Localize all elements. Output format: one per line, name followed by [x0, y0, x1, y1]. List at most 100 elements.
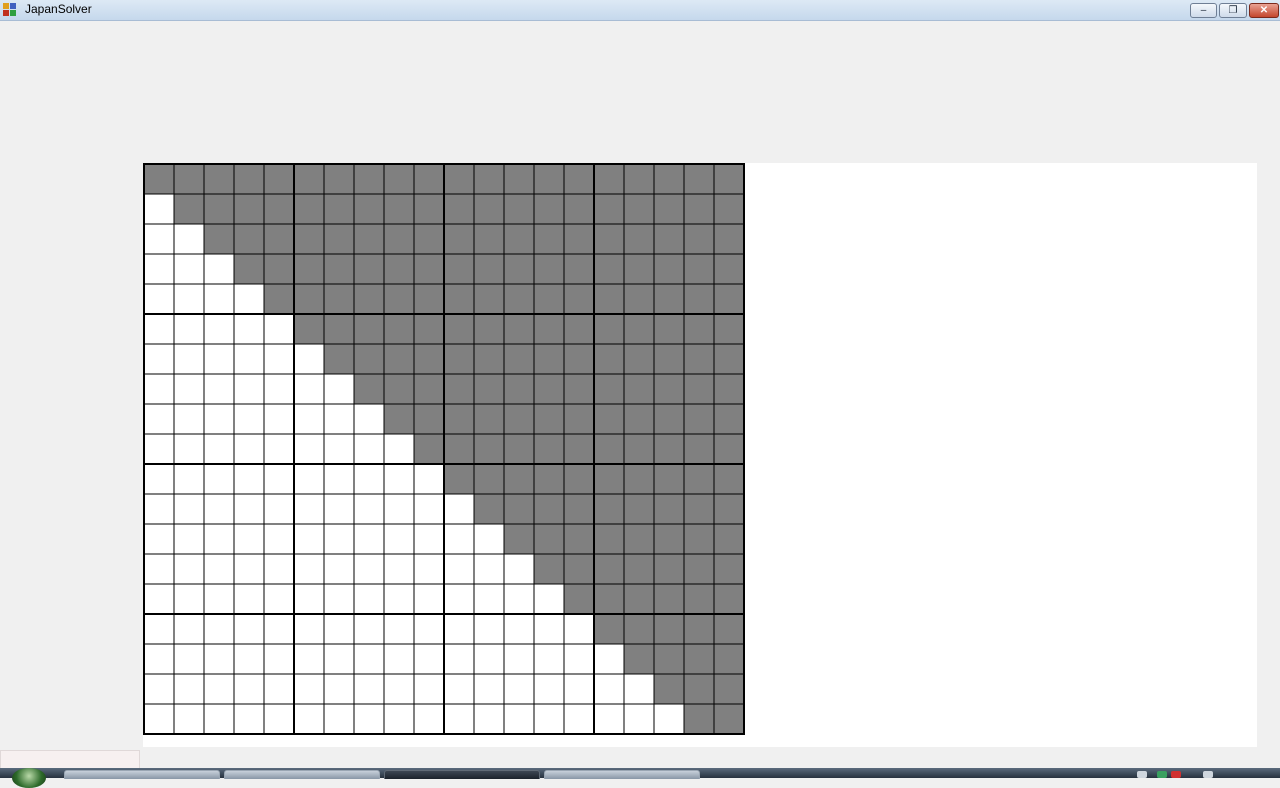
filled-cell[interactable] — [623, 643, 655, 675]
filled-cell[interactable] — [683, 493, 715, 525]
empty-cell[interactable] — [293, 643, 325, 675]
filled-cell[interactable] — [503, 313, 535, 345]
empty-cell[interactable] — [203, 643, 235, 675]
filled-cell[interactable] — [383, 403, 415, 435]
empty-cell[interactable] — [323, 433, 355, 465]
filled-cell[interactable] — [413, 283, 445, 315]
filled-cell[interactable] — [563, 343, 595, 375]
empty-cell[interactable] — [323, 613, 355, 645]
empty-cell[interactable] — [173, 403, 205, 435]
empty-cell[interactable] — [323, 703, 355, 735]
filled-cell[interactable] — [473, 223, 505, 255]
filled-cell[interactable] — [323, 253, 355, 285]
filled-cell[interactable] — [623, 343, 655, 375]
filled-cell[interactable] — [533, 193, 565, 225]
empty-cell[interactable] — [143, 583, 175, 615]
filled-cell[interactable] — [203, 223, 235, 255]
filled-cell[interactable] — [683, 313, 715, 345]
empty-cell[interactable] — [203, 703, 235, 735]
filled-cell[interactable] — [713, 373, 745, 405]
filled-cell[interactable] — [713, 403, 745, 435]
empty-cell[interactable] — [323, 403, 355, 435]
filled-cell[interactable] — [473, 313, 505, 345]
empty-cell[interactable] — [173, 613, 205, 645]
empty-cell[interactable] — [323, 523, 355, 555]
filled-cell[interactable] — [383, 283, 415, 315]
filled-cell[interactable] — [503, 523, 535, 555]
filled-cell[interactable] — [533, 373, 565, 405]
filled-cell[interactable] — [623, 553, 655, 585]
filled-cell[interactable] — [383, 313, 415, 345]
empty-cell[interactable] — [143, 613, 175, 645]
empty-cell[interactable] — [293, 673, 325, 705]
filled-cell[interactable] — [593, 283, 625, 315]
filled-cell[interactable] — [413, 163, 445, 195]
filled-cell[interactable] — [413, 313, 445, 345]
empty-cell[interactable] — [203, 613, 235, 645]
empty-cell[interactable] — [533, 703, 565, 735]
empty-cell[interactable] — [383, 433, 415, 465]
filled-cell[interactable] — [713, 673, 745, 705]
empty-cell[interactable] — [353, 643, 385, 675]
filled-cell[interactable] — [683, 283, 715, 315]
filled-cell[interactable] — [683, 373, 715, 405]
empty-cell[interactable] — [323, 643, 355, 675]
filled-cell[interactable] — [233, 163, 265, 195]
filled-cell[interactable] — [683, 193, 715, 225]
filled-cell[interactable] — [443, 403, 475, 435]
filled-cell[interactable] — [503, 433, 535, 465]
filled-cell[interactable] — [713, 283, 745, 315]
empty-cell[interactable] — [443, 703, 475, 735]
filled-cell[interactable] — [713, 343, 745, 375]
filled-cell[interactable] — [563, 523, 595, 555]
filled-cell[interactable] — [233, 193, 265, 225]
filled-cell[interactable] — [563, 313, 595, 345]
empty-cell[interactable] — [203, 433, 235, 465]
filled-cell[interactable] — [713, 433, 745, 465]
empty-cell[interactable] — [323, 463, 355, 495]
empty-cell[interactable] — [383, 583, 415, 615]
filled-cell[interactable] — [353, 283, 385, 315]
filled-cell[interactable] — [353, 223, 385, 255]
filled-cell[interactable] — [593, 553, 625, 585]
empty-cell[interactable] — [233, 493, 265, 525]
empty-cell[interactable] — [263, 523, 295, 555]
filled-cell[interactable] — [623, 283, 655, 315]
empty-cell[interactable] — [143, 253, 175, 285]
empty-cell[interactable] — [143, 643, 175, 675]
filled-cell[interactable] — [563, 583, 595, 615]
empty-cell[interactable] — [563, 673, 595, 705]
filled-cell[interactable] — [473, 493, 505, 525]
empty-cell[interactable] — [293, 613, 325, 645]
empty-cell[interactable] — [203, 523, 235, 555]
filled-cell[interactable] — [533, 523, 565, 555]
filled-cell[interactable] — [653, 643, 685, 675]
empty-cell[interactable] — [413, 703, 445, 735]
filled-cell[interactable] — [653, 313, 685, 345]
empty-cell[interactable] — [563, 643, 595, 675]
filled-cell[interactable] — [713, 703, 745, 735]
empty-cell[interactable] — [413, 463, 445, 495]
empty-cell[interactable] — [173, 553, 205, 585]
empty-cell[interactable] — [233, 673, 265, 705]
empty-cell[interactable] — [533, 673, 565, 705]
filled-cell[interactable] — [683, 523, 715, 555]
filled-cell[interactable] — [683, 583, 715, 615]
filled-cell[interactable] — [593, 403, 625, 435]
empty-cell[interactable] — [353, 703, 385, 735]
filled-cell[interactable] — [623, 613, 655, 645]
filled-cell[interactable] — [533, 223, 565, 255]
empty-cell[interactable] — [443, 613, 475, 645]
filled-cell[interactable] — [413, 253, 445, 285]
filled-cell[interactable] — [473, 163, 505, 195]
restore-button[interactable]: ❐ — [1219, 3, 1247, 18]
empty-cell[interactable] — [173, 223, 205, 255]
empty-cell[interactable] — [293, 403, 325, 435]
empty-cell[interactable] — [143, 463, 175, 495]
filled-cell[interactable] — [293, 223, 325, 255]
empty-cell[interactable] — [143, 403, 175, 435]
empty-cell[interactable] — [383, 703, 415, 735]
filled-cell[interactable] — [593, 463, 625, 495]
filled-cell[interactable] — [653, 373, 685, 405]
empty-cell[interactable] — [263, 343, 295, 375]
